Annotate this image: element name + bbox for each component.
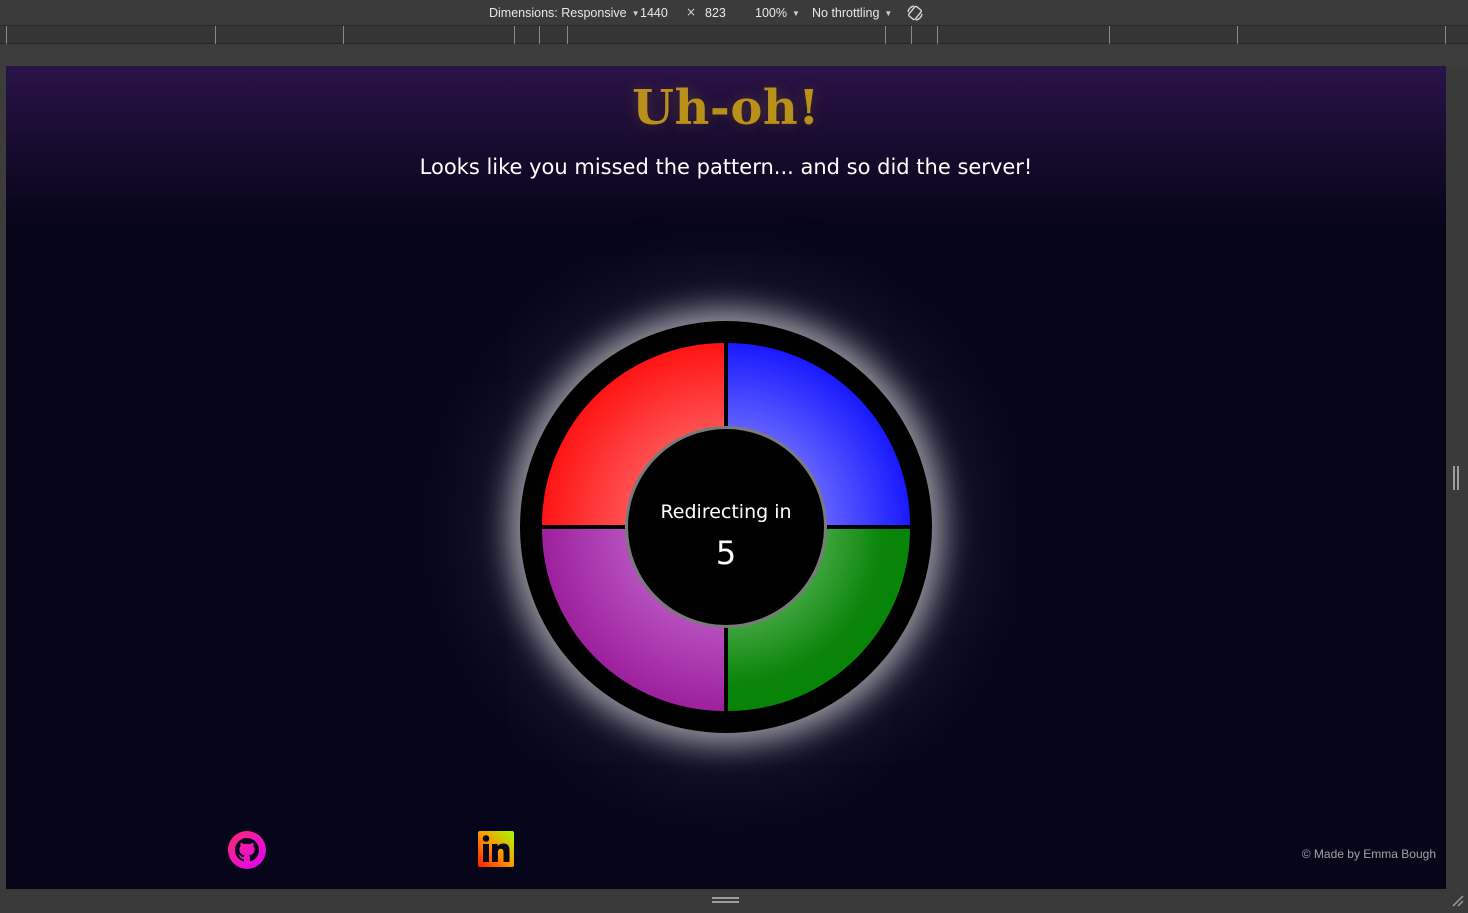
times-separator: × [686,5,697,19]
credit-text: © Made by Emma Bough [1301,847,1436,861]
dimensions-label: Dimensions: Responsive [489,6,627,20]
dimensions-dropdown[interactable]: Dimensions: Responsive ▼ [489,6,639,20]
page-viewport: Uh-oh! Looks like you missed the pattern… [6,66,1446,889]
chevron-down-icon: ▼ [631,9,640,18]
height-input[interactable]: 823 [705,6,726,20]
zoom-label: 100% [755,6,787,20]
media-query-ruler [0,26,1468,44]
device-toolbar: Dimensions: Responsive ▼ 1440 × 823 100% ▼… [0,0,1468,26]
corner-resize-icon[interactable] [1450,893,1464,907]
zoom-dropdown[interactable]: 100% ▼ [755,6,800,20]
board-center: Redirecting in 5 [625,426,827,628]
page-subtitle: Looks like you missed the pattern... and… [419,155,1033,179]
github-icon[interactable] [227,830,267,870]
horizontal-grip-icon [712,897,739,903]
rotate-icon[interactable] [905,3,925,23]
simon-board: Redirecting in 5 [520,321,932,733]
linkedin-icon[interactable] [478,831,514,867]
throttling-dropdown[interactable]: No throttling ▼ [812,6,892,20]
toolbar-gap [0,45,1468,66]
chevron-down-icon: ▼ [791,9,800,18]
chevron-down-icon: ▼ [884,9,893,18]
redirect-label: Redirecting in [660,501,792,523]
page-title: Uh-oh! [632,80,820,136]
throttling-label: No throttling [812,6,880,20]
width-input[interactable]: 1440 [640,6,668,20]
vertical-grip-icon [1453,466,1459,490]
redirect-countdown: 5 [715,534,737,572]
